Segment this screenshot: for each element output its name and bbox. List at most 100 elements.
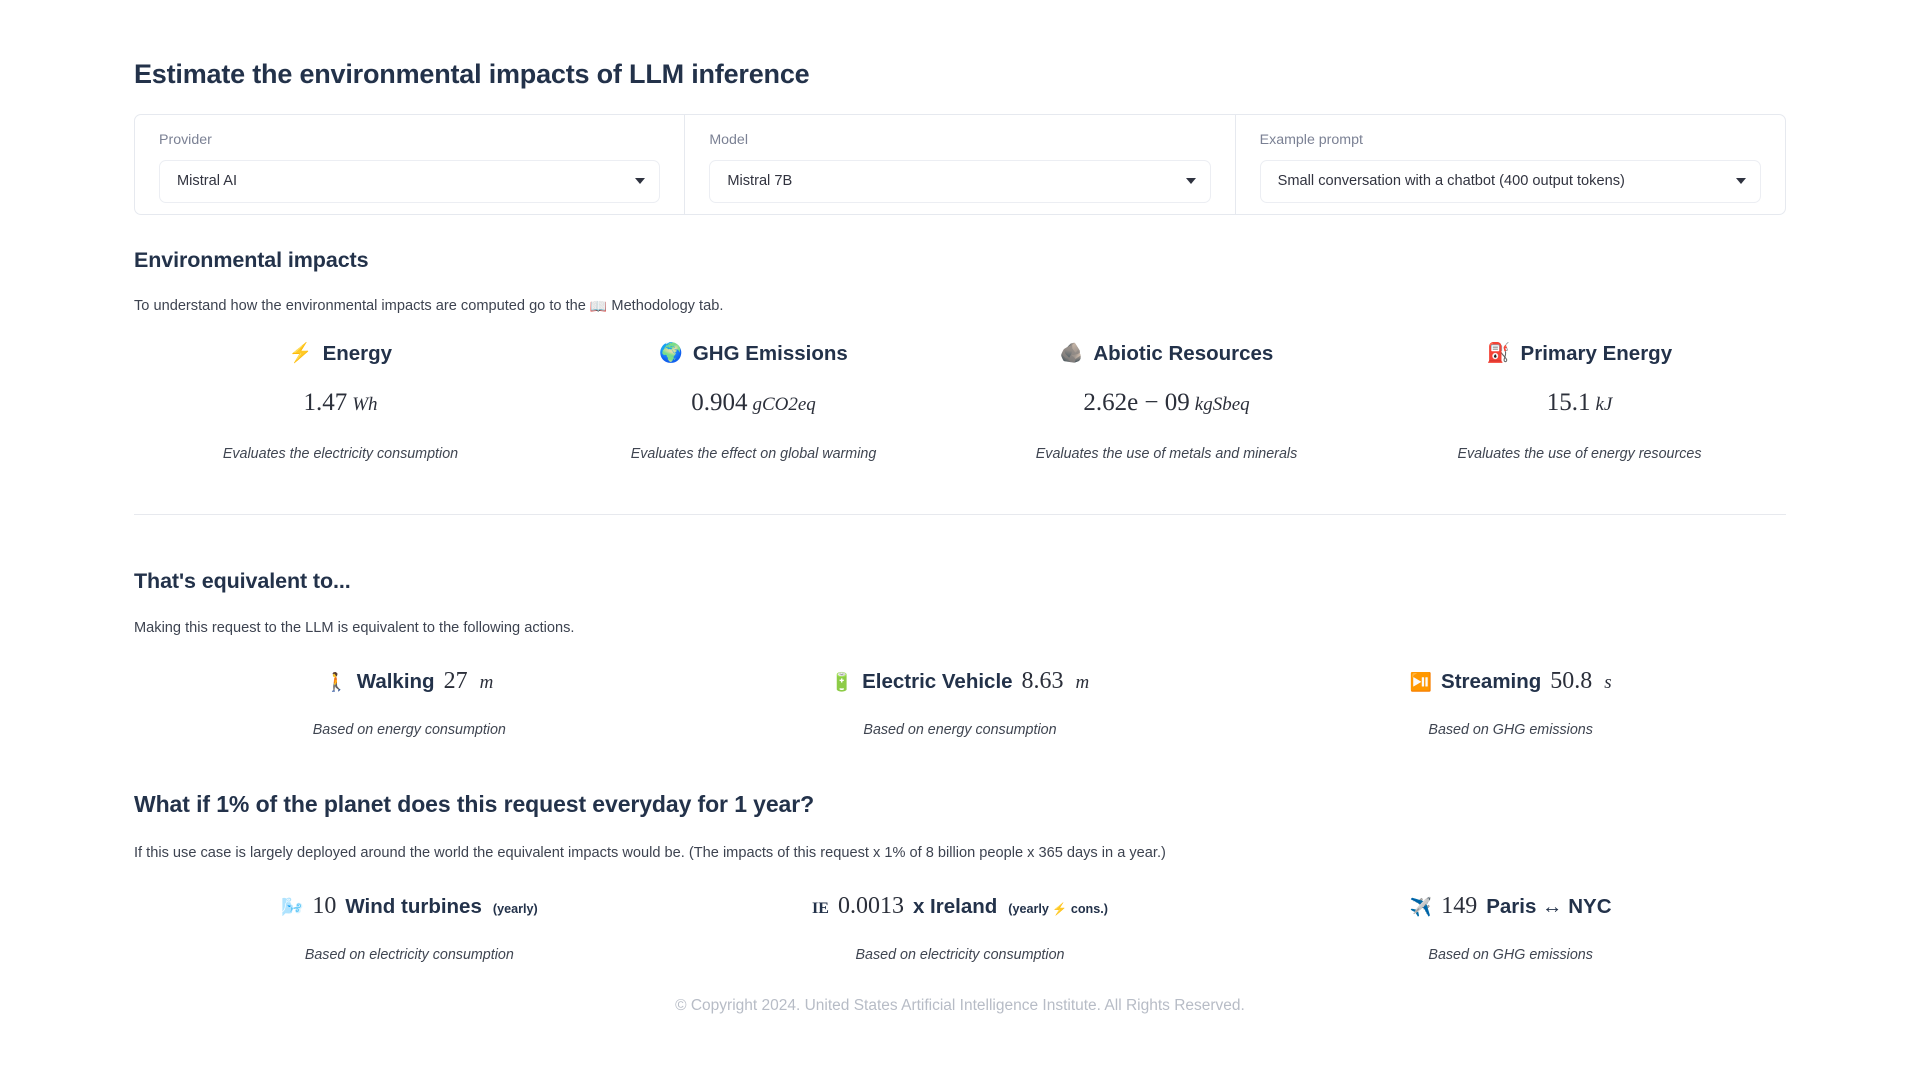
impact-title: ⛽ Primary Energy	[1383, 342, 1776, 367]
equivalent-unit: s	[1604, 672, 1612, 694]
impact-card-primary-energy: ⛽ Primary Energy 15.1 kJ Evaluates the us…	[1373, 342, 1786, 465]
impact-value: 1.47 Wh	[144, 388, 537, 418]
impact-value: 0.904 gCO2eq	[557, 388, 950, 418]
impact-value-number: 0.904	[691, 389, 748, 417]
equivalent-title: 🔋 Electric Vehicle 8.63 m	[695, 666, 1226, 696]
model-select-value: Mistral 7B	[727, 173, 793, 190]
impact-title-label: Energy	[322, 341, 393, 365]
methodology-text-after: Methodology tab.	[607, 297, 724, 314]
planet-title: IE 0.0013 x Ireland (yearly ⚡ cons.)	[695, 891, 1226, 921]
planet-card-ireland: IE 0.0013 x Ireland (yearly ⚡ cons.) Bas…	[685, 891, 1236, 963]
impact-card-abiotic-resources: 🪨 Abiotic Resources 2.62e − 09 kgSbeq Eva…	[960, 342, 1373, 465]
planet-cards-grid: 🌬️ 10 Wind turbines (yearly) Based on el…	[134, 891, 1786, 963]
impact-title: 🪨 Abiotic Resources	[970, 342, 1363, 367]
impact-card-energy: ⚡ Energy 1.47 Wh Evaluates the electricit…	[134, 342, 547, 465]
planet-suffix: (yearly)	[492, 901, 538, 916]
planet-title: 🌬️ 10 Wind turbines (yearly)	[144, 891, 675, 921]
planet-description: Based on electricity consumption	[304, 946, 514, 963]
impact-title: ⚡ Energy	[144, 342, 537, 367]
impact-description: Evaluates the use of metals and minerals	[1035, 446, 1298, 463]
impact-description: Evaluates the electricity consumption	[222, 446, 459, 463]
equivalent-description: Based on energy consumption	[863, 722, 1057, 739]
impact-value-number: 1.47	[303, 389, 348, 417]
provider-select-value: Mistral AI	[177, 173, 238, 190]
equivalent-description: Based on GHG emissions	[1428, 722, 1593, 739]
equivalent-card-streaming: ⏯️ Streaming 50.8 s Based on GHG emissio…	[1235, 666, 1786, 738]
impact-description: Evaluates the effect on global warming	[630, 446, 877, 463]
equivalent-unit: m	[479, 672, 494, 694]
equivalent-value: 8.63	[1021, 668, 1064, 695]
chevron-down-icon	[635, 178, 646, 185]
planet-suffix: (yearly ⚡ cons.)	[1008, 902, 1108, 918]
wind-turbine-icon: 🌬️	[280, 896, 304, 917]
impact-value-unit: gCO2eq	[752, 394, 816, 416]
equivalent-value: 50.8	[1550, 668, 1593, 695]
planet-description: Based on GHG emissions	[1428, 946, 1593, 963]
page-title: Estimate the environmental impacts of LL…	[134, 59, 810, 89]
planet-title: ✈️ 149 Paris ↔ NYC	[1245, 891, 1776, 921]
equivalent-cards-grid: 🚶 Walking 27 m Based on energy consumpti…	[134, 666, 1786, 738]
equivalent-description: Based on energy consumption	[312, 722, 506, 739]
lightning-bolt-icon: ⚡	[288, 343, 313, 365]
impact-title-label: Primary Energy	[1520, 341, 1673, 365]
earth-globe-icon: 🌍	[659, 343, 683, 365]
walking-person-icon: 🚶	[325, 672, 348, 693]
planet-card-wind-turbines: 🌬️ 10 Wind turbines (yearly) Based on el…	[134, 891, 685, 963]
impact-value-unit: kgSbeq	[1194, 394, 1250, 416]
impact-value-unit: kJ	[1595, 394, 1613, 416]
planet-card-paris-nyc: ✈️ 149 Paris ↔ NYC Based on GHG emission…	[1235, 891, 1786, 963]
rock-icon: 🪨	[1059, 343, 1084, 365]
equivalent-subtitle: Making this request to the LLM is equiva…	[134, 620, 575, 637]
methodology-text-before: To understand how the environmental impa…	[134, 297, 590, 314]
impact-value-unit: Wh	[352, 394, 378, 416]
impact-value: 2.62e − 09 kgSbeq	[970, 388, 1363, 418]
play-pause-icon: ⏯️	[1409, 672, 1433, 693]
footer-copyright: © Copyright 2024. United States Artifici…	[675, 996, 1245, 1014]
example-prompt-selector-cell: Example prompt Small conversation with a…	[1234, 114, 1785, 214]
planet-suffix-post: cons.)	[1067, 901, 1108, 916]
impact-description: Evaluates the use of energy resources	[1457, 446, 1702, 463]
book-icon: 📖	[589, 297, 608, 314]
impact-title: 🌍 GHG Emissions	[557, 342, 950, 367]
environmental-impacts-heading: Environmental impacts	[134, 247, 369, 272]
model-selector-cell: Model Mistral 7B	[684, 114, 1234, 214]
equivalent-title-label: Electric Vehicle	[862, 670, 1013, 694]
provider-label: Provider	[159, 131, 212, 148]
impact-cards-grid: ⚡ Energy 1.47 Wh Evaluates the electricit…	[134, 342, 1786, 465]
example-prompt-select[interactable]: Small conversation with a chatbot (400 o…	[1259, 159, 1761, 203]
battery-icon: 🔋	[830, 672, 854, 693]
app-page: Estimate the environmental impacts of LL…	[0, 0, 1920, 1080]
planet-subtitle: If this use case is largely deployed aro…	[134, 844, 1166, 861]
model-label: Model	[709, 131, 748, 148]
planet-title-label: x Ireland	[912, 894, 998, 918]
model-select[interactable]: Mistral 7B	[709, 159, 1211, 203]
planet-suffix-pre: (yearly	[1008, 901, 1053, 916]
lightning-bolt-icon: ⚡	[1052, 901, 1068, 916]
planet-value: 10	[312, 892, 337, 919]
equivalent-heading: That's equivalent to...	[134, 569, 351, 594]
selector-panel: Provider Mistral AI Model Mistral 7B Exa…	[134, 113, 1786, 215]
equivalent-unit: m	[1075, 672, 1090, 694]
equivalent-title: ⏯️ Streaming 50.8 s	[1245, 666, 1776, 696]
planet-heading: What if 1% of the planet does this reque…	[134, 791, 815, 818]
equivalent-card-walking: 🚶 Walking 27 m Based on energy consumpti…	[134, 666, 685, 738]
planet-value: 149	[1441, 892, 1478, 919]
impact-value-number: 2.62e − 09	[1083, 389, 1190, 417]
impact-value-number: 15.1	[1546, 389, 1591, 417]
impact-title-label: GHG Emissions	[692, 341, 848, 365]
equivalent-card-electric-vehicle: 🔋 Electric Vehicle 8.63 m Based on energ…	[685, 666, 1236, 738]
chevron-down-icon	[1735, 178, 1746, 185]
impact-title-label: Abiotic Resources	[1093, 341, 1274, 365]
equivalent-title-label: Walking	[356, 670, 435, 694]
planet-title-label: Paris ↔ NYC	[1486, 894, 1612, 918]
provider-selector-cell: Provider Mistral AI	[135, 115, 684, 214]
airplane-icon: ✈️	[1409, 896, 1433, 917]
impact-value: 15.1 kJ	[1383, 388, 1776, 418]
planet-description: Based on electricity consumption	[855, 946, 1065, 963]
example-prompt-select-value: Small conversation with a chatbot (400 o…	[1277, 173, 1625, 190]
provider-select[interactable]: Mistral AI	[159, 159, 661, 203]
equivalent-value: 27	[443, 668, 468, 695]
equivalent-title: 🚶 Walking 27 m	[144, 666, 675, 696]
ireland-flag-icon: IE	[812, 899, 829, 917]
impact-card-ghg-emissions: 🌍 GHG Emissions 0.904 gCO2eq Evaluates th…	[547, 342, 960, 465]
